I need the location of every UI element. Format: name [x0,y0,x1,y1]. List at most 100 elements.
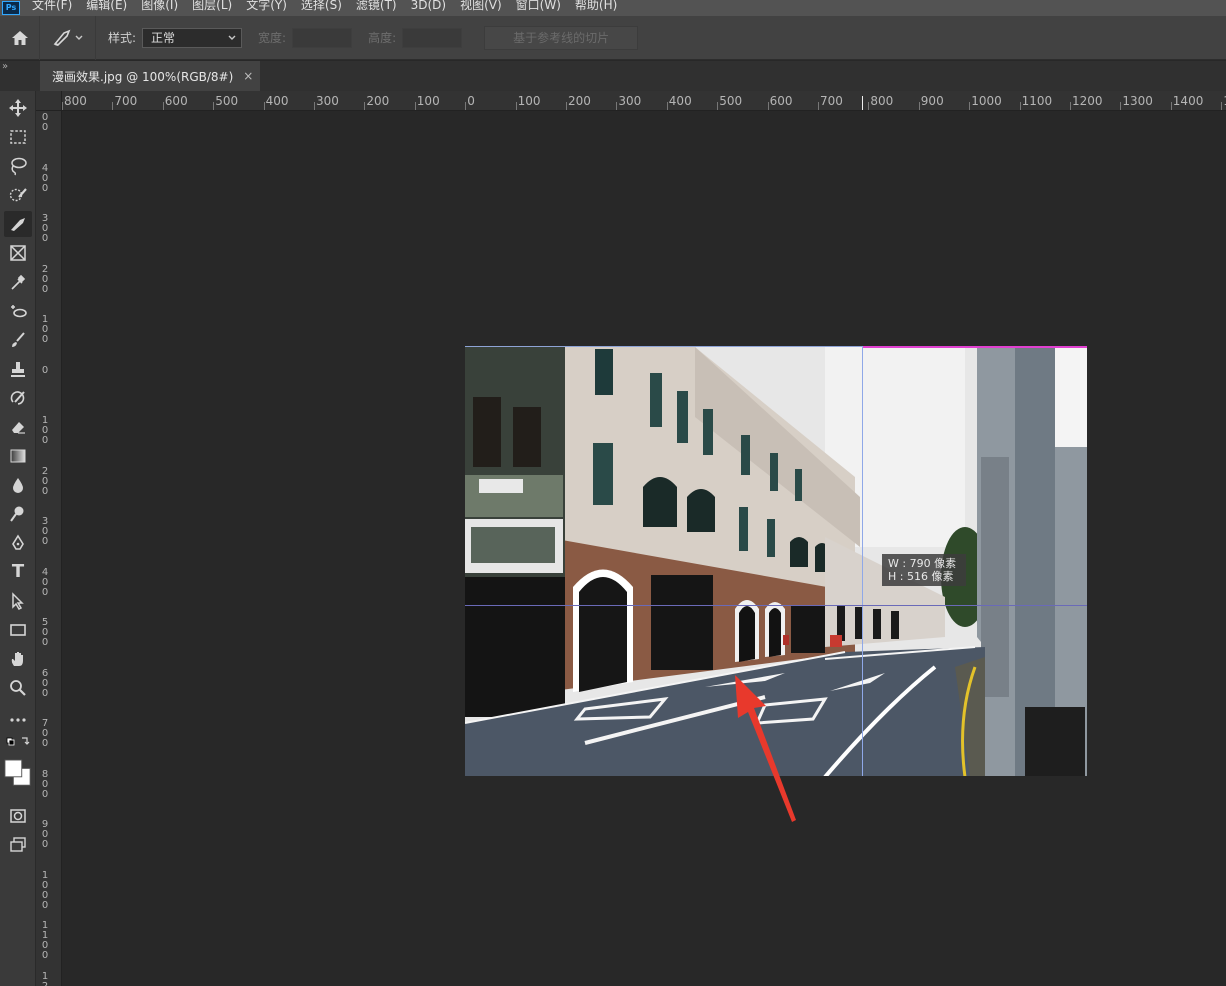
tool-preset-picker[interactable] [40,15,96,60]
ruler-tick [213,102,215,110]
marquee-tool[interactable] [4,124,32,150]
menu-file[interactable]: 文件(F) [32,0,72,11]
document-tab-label: 漫画效果.jpg @ 100%(RGB/8#) [52,69,234,84]
quick-selection-tool[interactable] [4,182,32,208]
slices-from-guides-button[interactable]: 基于参考线的切片 [484,25,639,50]
path-selection-icon [12,592,24,610]
menu-help[interactable]: 帮助(H) [575,0,617,11]
home-icon [11,30,28,45]
document-tab-bar: » 漫画效果.jpg @ 100%(RGB/8#) × [0,61,1226,91]
history-brush-icon [10,391,25,405]
ruler-tick-label: 500 [719,94,743,108]
ruler-tick [414,102,416,110]
eyedropper-tool[interactable] [4,269,32,295]
brush-tool[interactable] [4,327,32,353]
screen-mode-icon [10,837,26,852]
ruler-tick-label: 700 [820,94,843,108]
ruler-tick [112,102,114,110]
lasso-tool[interactable] [4,153,32,179]
dodge-tool[interactable] [4,501,32,527]
horizontal-guide[interactable] [465,605,1087,606]
tooltip-height: H : 516 像素 [888,570,954,583]
chevron-down-icon [75,35,82,40]
horizontal-ruler[interactable]: 800 700 600 500 400 300 200 100 0 100 200 300 400 500… [62,91,1226,111]
ruler-tick [263,102,265,110]
brush-icon [12,332,25,347]
menu-image[interactable]: 图像(I) [141,0,178,11]
ruler-tick [1221,102,1223,110]
menu-filter[interactable]: 滤镜(T) [356,0,397,11]
menu-select[interactable]: 选择(S) [301,0,342,11]
ruler-tick-label: 4 0 0 [41,162,49,194]
style-select-value: 正常 [151,31,176,45]
clone-stamp-tool[interactable] [4,356,32,382]
default-colors-switch[interactable] [4,735,32,749]
chevron-down-icon [228,35,236,40]
history-brush-tool[interactable] [4,385,32,411]
zoom-tool[interactable] [4,675,32,701]
ruler-tick [465,102,467,110]
slice-tool-icon [53,29,70,46]
tooltip-width: W : 790 像素 [888,557,957,570]
ruler-tick-label: 1 1 0 0 [41,920,49,961]
ruler-tick [364,102,366,110]
ruler-tick-label: 300 [316,94,339,108]
menu-type[interactable]: 文字(Y) [246,0,287,11]
rectangle-tool[interactable] [4,617,32,643]
menu-bar: Ps 文件(F) 编辑(E) 图像(I) 图层(L) 文字(Y) 选择(S) 滤… [0,0,1226,16]
home-button[interactable] [0,15,40,60]
color-swatches[interactable] [4,753,32,795]
ruler-tick-label: 1 2 0 0 [41,970,49,986]
menu-window[interactable]: 窗口(W) [516,0,561,11]
more-icon [10,718,26,722]
menu-3d[interactable]: 3D(D) [411,0,446,11]
type-tool[interactable]: T [4,559,32,585]
ruler-tick [566,102,567,110]
quick-mask-button[interactable] [4,803,32,829]
ruler-tick [666,102,668,110]
menu-view[interactable]: 视图(V) [460,0,502,11]
screen-mode-button[interactable] [4,832,32,858]
ruler-tick-label: 1 0 0 [41,314,49,345]
vertical-ruler[interactable]: 0 0 4 0 0 3 0 0 2 0 0 1 0 0 0 1 0 0 2 0 0 3 0 0 4… [36,111,62,986]
ruler-origin[interactable] [36,91,62,111]
ruler-tick [1120,102,1122,110]
edit-toolbar-button[interactable] [4,707,32,733]
ruler-tick [969,102,971,110]
width-input[interactable] [292,27,353,48]
hand-icon [11,652,23,666]
ruler-tick-label: 800 [870,94,894,108]
menu-edit[interactable]: 编辑(E) [86,0,127,11]
ruler-tick-label: 2 0 0 [41,263,49,295]
foreground-background-color-icon [4,759,31,786]
ruler-tick-label: 1100 [1021,94,1053,108]
quick-selection-icon [9,188,27,202]
ruler-tick-label: 1 0 0 [41,415,49,446]
blur-tool[interactable] [4,472,32,498]
eraser-tool[interactable] [4,414,32,440]
pen-tool[interactable] [4,530,32,556]
ruler-tick-label: 700 [114,94,138,108]
slice-size-tooltip: W : 790 像素 H : 516 像素 [882,554,966,586]
type-icon: T [11,561,25,582]
gradient-tool[interactable] [4,443,32,469]
pen-icon [12,534,24,550]
height-label: 高度: [368,31,397,45]
frame-tool[interactable] [4,240,32,266]
spot-healing-tool[interactable] [4,298,32,324]
panel-collapse-toggle[interactable]: » [2,61,8,72]
path-selection-tool[interactable] [4,588,32,614]
hand-tool[interactable] [4,646,32,672]
document-tab[interactable]: 漫画效果.jpg @ 100%(RGB/8#) × [40,61,260,91]
tools-panel: T [0,91,36,986]
height-input[interactable] [402,27,463,48]
vertical-guide[interactable] [862,346,863,776]
ruler-tick [767,102,769,110]
ruler-tick-label: 500 [215,94,239,108]
menu-layer[interactable]: 图层(L) [192,0,232,11]
move-tool[interactable] [4,95,32,121]
close-icon[interactable]: × [243,69,253,83]
ruler-tick-label: 8 0 0 [41,768,49,800]
style-select[interactable]: 正常 [142,27,243,48]
slice-tool[interactable] [4,211,32,237]
